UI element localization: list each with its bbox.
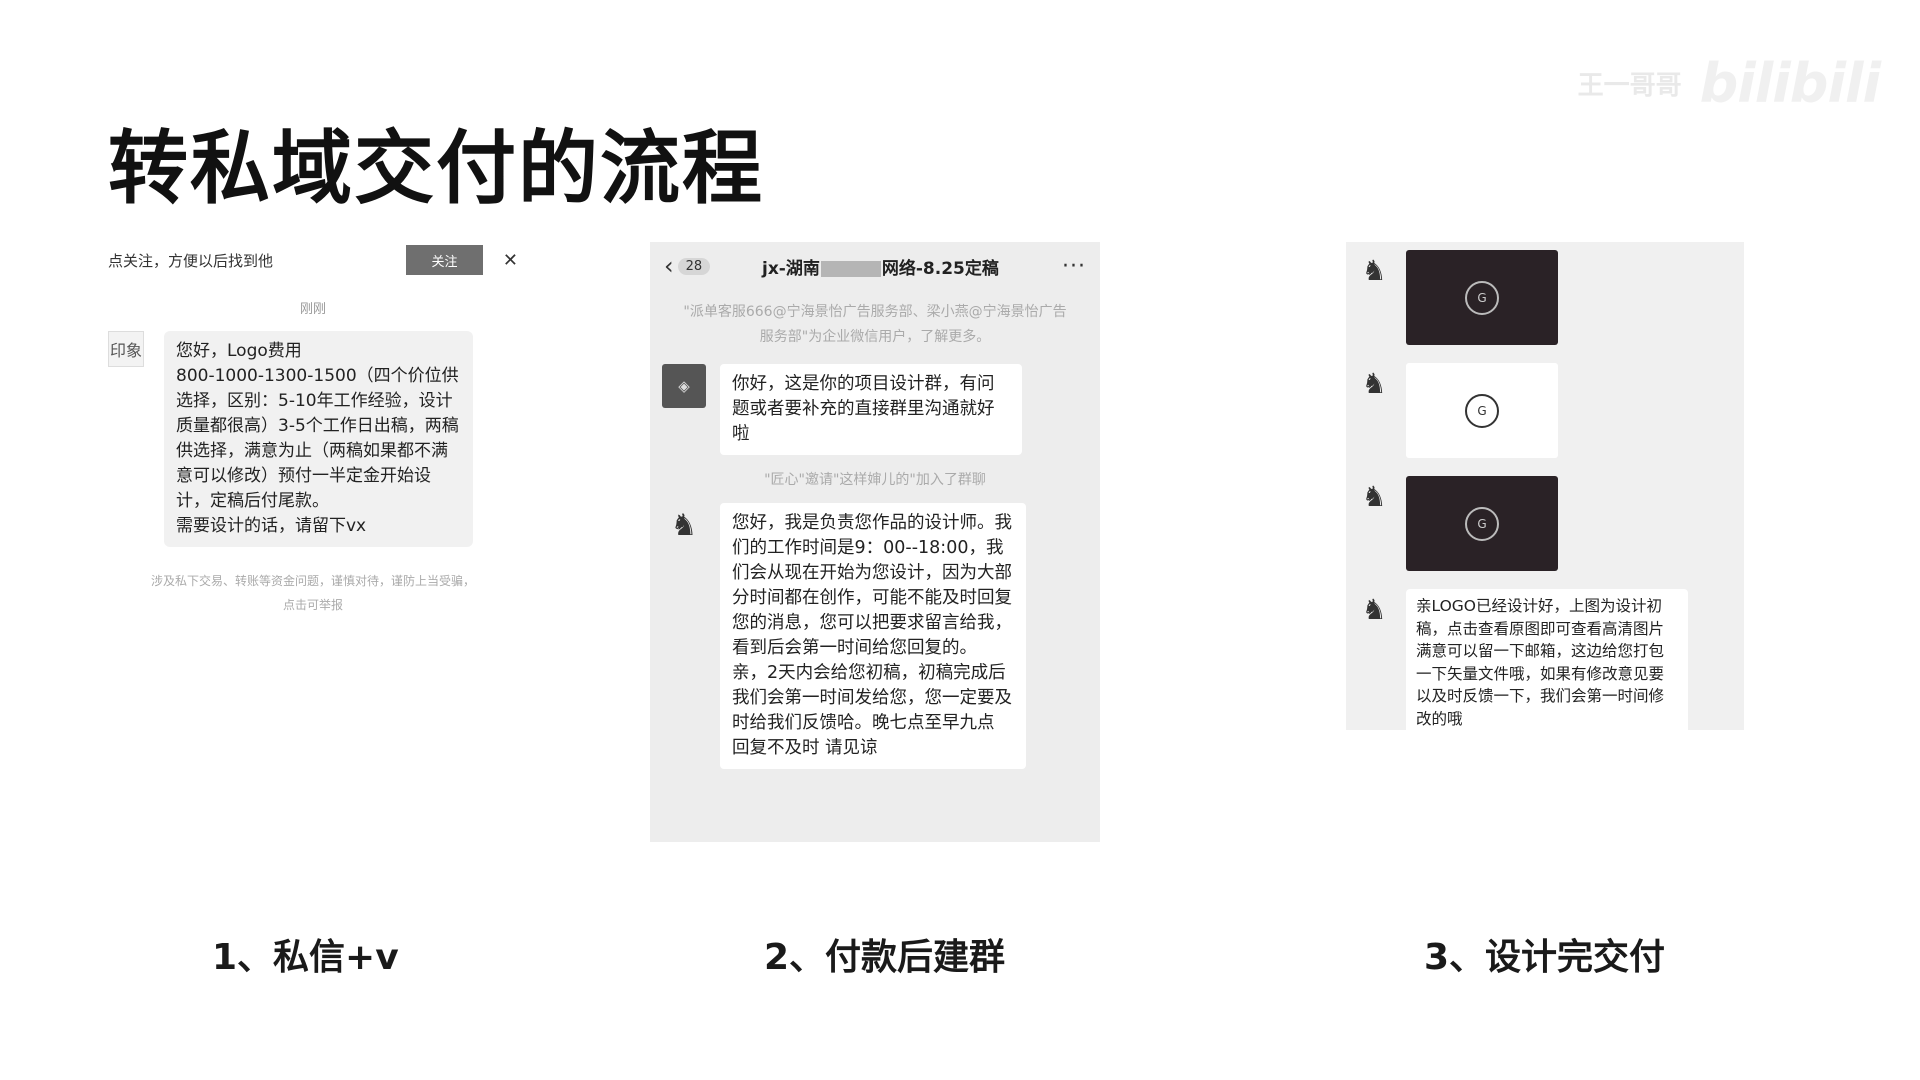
avatar[interactable]: 印象 [108, 331, 144, 367]
image-message-row: ♞ G [1354, 476, 1744, 571]
follow-button[interactable]: 关注 [406, 245, 483, 275]
private-message-panel: 点关注，方便以后找到他 关注 ✕ 刚刚 印象 您好，Logo费用 800-100… [108, 240, 518, 620]
logo-image-light[interactable]: G [1406, 363, 1558, 458]
message-bubble: 您好，Logo费用 800-1000-1300-1500（四个价位供选择，区别：… [164, 331, 473, 547]
message-bubble: 您好，我是负责您作品的设计师。我们的工作时间是9：00--18:00，我们会从现… [720, 503, 1026, 769]
figure-avatar-icon[interactable]: ♞ [1354, 250, 1394, 290]
safety-notice[interactable]: 涉及私下交易、转账等资金问题，谨慎对待，谨防上当受骗， 点击可举报 [108, 569, 518, 617]
group-title-prefix: jx-湖南 [762, 258, 820, 279]
message-row: ♞ 亲LOGO已经设计好，上图为设计初稿，点击查看原图即可查看高清图片满意可以留… [1354, 589, 1744, 730]
chat-header: ‹ 28 jx-湖南 网络-8.25定稿 ··· [650, 242, 1100, 290]
logo-image-dark[interactable]: G [1406, 250, 1558, 345]
group-title: jx-湖南 网络-8.25定稿 [762, 254, 999, 279]
figure-avatar-icon[interactable]: ♞ [662, 503, 706, 547]
system-notice: "派单客服666@宁海景怡广告服务部、梁小燕@宁海景怡广告服务部"为企业微信用户… [683, 304, 1067, 345]
redacted-mosaic [820, 260, 881, 277]
delivery-chat-panel: ♞ G ♞ G ♞ G ♞ 亲LOGO已经设计好，上图为设计初稿，点击查看原图即… [1346, 242, 1744, 730]
logo-image-dark[interactable]: G [1406, 476, 1558, 571]
image-message-row: ♞ G [1354, 363, 1744, 458]
image-message-row: ♞ G [1354, 250, 1744, 345]
message-row: 印象 您好，Logo费用 800-1000-1300-1500（四个价位供选择，… [108, 331, 518, 547]
group-chat-panel: ‹ 28 jx-湖南 网络-8.25定稿 ··· "派单客服666@宁海景怡广告服… [650, 242, 1100, 842]
more-icon[interactable]: ··· [1062, 254, 1086, 279]
message-time: 刚刚 [299, 302, 326, 317]
logo-mark-icon: G [1465, 393, 1499, 428]
group-title-suffix: 网络-8.25定稿 [881, 258, 999, 279]
message-bubble: 你好，这是你的项目设计群，有问题或者要补充的直接群里沟通就好啦 [720, 364, 1022, 455]
step-caption-3: 3、设计完交付 [1424, 937, 1666, 978]
step-caption-1: 1、私信+v [212, 937, 399, 978]
logo-mark-icon: G [1465, 506, 1499, 541]
figure-avatar-icon[interactable]: ♞ [1354, 363, 1394, 403]
message-bubble: 亲LOGO已经设计好，上图为设计初稿，点击查看原图即可查看高清图片满意可以留一下… [1406, 589, 1688, 730]
bilibili-logo: bilibili [1699, 52, 1881, 115]
step-caption-2: 2、付款后建群 [764, 937, 1006, 978]
close-icon[interactable]: ✕ [503, 250, 518, 271]
watermark: 王一哥哥 bilibili [1577, 52, 1881, 115]
follow-prompt: 点关注，方便以后找到他 [108, 251, 274, 270]
watermark-text: 王一哥哥 [1577, 71, 1682, 101]
logo-mark-icon: G [1465, 280, 1499, 315]
message-row: ◈ 你好，这是你的项目设计群，有问题或者要补充的直接群里沟通就好啦 [662, 364, 1100, 455]
figure-avatar-icon[interactable]: ♞ [1354, 476, 1394, 516]
message-row: ♞ 您好，我是负责您作品的设计师。我们的工作时间是9：00--18:00，我们会… [662, 503, 1100, 769]
chevron-left-icon[interactable]: ‹ [664, 252, 674, 280]
slide-title: 转私域交付的流程 [108, 122, 764, 215]
avatar[interactable]: ◈ [662, 364, 706, 408]
join-notice: "匠心"邀请"这样婶儿的"加入了群聊 [764, 472, 986, 488]
figure-avatar-icon[interactable]: ♞ [1354, 589, 1394, 629]
follow-bar: 点关注，方便以后找到他 关注 ✕ [108, 240, 518, 280]
unread-badge: 28 [677, 257, 711, 275]
